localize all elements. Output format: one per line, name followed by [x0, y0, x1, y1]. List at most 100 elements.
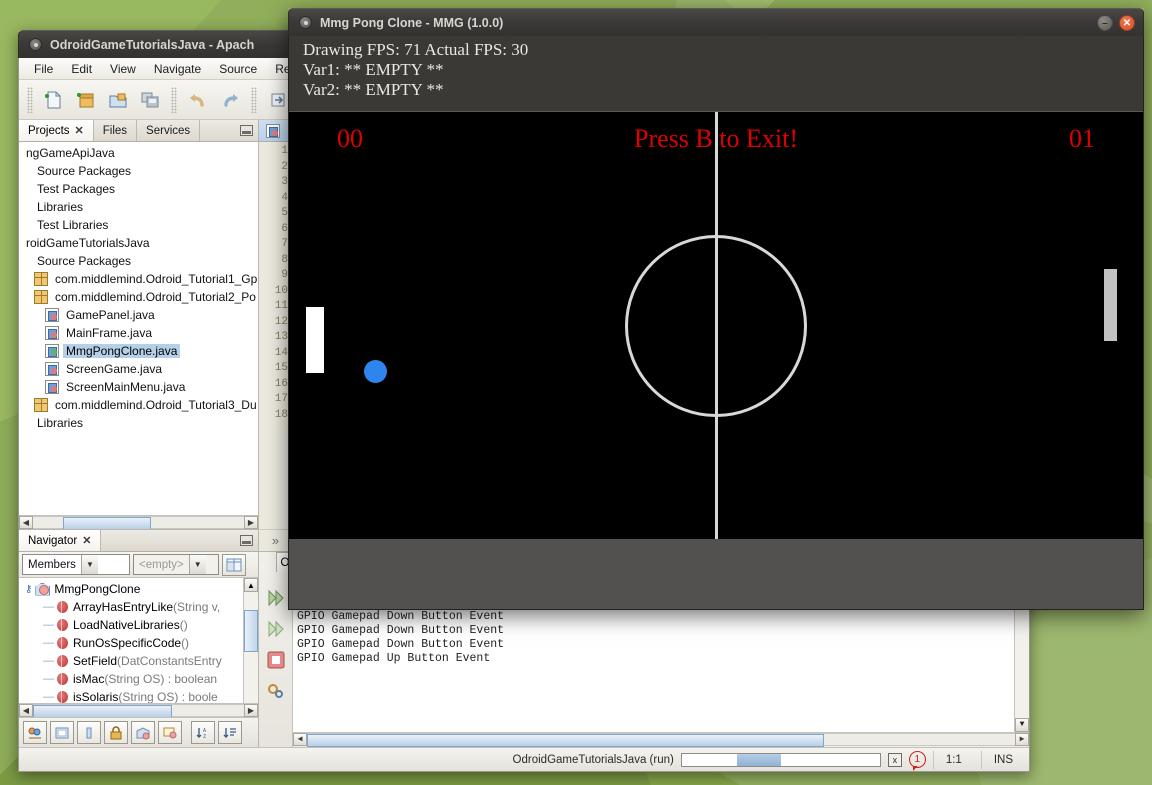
- tree-node[interactable]: MainFrame.java: [19, 324, 258, 342]
- show-filters-icon[interactable]: [158, 721, 182, 744]
- scroll-left-icon[interactable]: ◀: [293, 733, 307, 746]
- rerun-step-icon[interactable]: [264, 618, 288, 640]
- scroll-thumb[interactable]: [307, 734, 824, 747]
- redo-icon[interactable]: [215, 85, 245, 115]
- navigator-node[interactable]: — SetField (DatConstantsEntry: [21, 652, 258, 670]
- menu-view[interactable]: View: [101, 60, 145, 78]
- toolbar-grip[interactable]: [171, 86, 177, 113]
- show-non-public-icon[interactable]: [104, 721, 128, 744]
- navigator-view-toggle-icon[interactable]: [222, 553, 246, 576]
- navigator-node[interactable]: — ArrayHasEntryLike (String v,: [21, 598, 258, 616]
- tree-node[interactable]: Test Libraries: [19, 216, 258, 234]
- tree-node[interactable]: roidGameTutorialsJava: [19, 234, 258, 252]
- game-titlebar[interactable]: Mmg Pong Clone - MMG (1.0.0) – ✕: [288, 8, 1144, 36]
- close-icon[interactable]: ✕: [75, 124, 84, 137]
- game-window-buttons[interactable]: – ✕: [1097, 15, 1135, 31]
- navigator-vertical-scrollbar[interactable]: ▲ ▼: [243, 578, 258, 717]
- tree-node[interactable]: ngGameApiJava: [19, 144, 258, 162]
- undo-icon[interactable]: [183, 85, 213, 115]
- navigator-horizontal-scrollbar[interactable]: ◀ ▶: [19, 703, 258, 717]
- tree-node[interactable]: Test Packages: [19, 180, 258, 198]
- menu-source[interactable]: Source: [210, 60, 266, 78]
- minimize-button[interactable]: –: [1097, 15, 1113, 31]
- navigator-scope-select[interactable]: Members ▼: [22, 554, 130, 575]
- scroll-right-icon[interactable]: ▶: [244, 516, 258, 529]
- tree-node[interactable]: com.middlemind.Odroid_Tutorial2_Po: [19, 288, 258, 306]
- scroll-track[interactable]: [307, 733, 1015, 747]
- window-menu-icon[interactable]: [299, 16, 312, 29]
- navigator-node[interactable]: — LoadNativeLibraries(): [21, 616, 258, 634]
- tree-node[interactable]: Libraries: [19, 414, 258, 432]
- show-fields-icon[interactable]: [50, 721, 74, 744]
- tab-projects[interactable]: Projects ✕: [19, 120, 94, 141]
- menu-navigate[interactable]: Navigate: [145, 60, 210, 78]
- chevron-down-icon[interactable]: ▼: [188, 555, 206, 574]
- navigator-tabstrip[interactable]: Navigator ✕: [19, 530, 258, 552]
- scroll-track[interactable]: [33, 516, 244, 529]
- open-project-icon[interactable]: [103, 85, 133, 115]
- sort-source-icon[interactable]: [218, 721, 242, 744]
- close-icon[interactable]: ✕: [82, 534, 91, 547]
- tab-navigator[interactable]: Navigator ✕: [19, 530, 102, 551]
- navigator-node[interactable]: — RunOsSpecificCode(): [21, 634, 258, 652]
- show-inherited-icon[interactable]: [23, 721, 47, 744]
- chevron-down-icon[interactable]: ▼: [80, 555, 98, 574]
- notification-badge[interactable]: 1: [908, 751, 926, 768]
- show-constructors-icon[interactable]: [131, 721, 155, 744]
- close-button[interactable]: ✕: [1119, 15, 1135, 31]
- tree-node[interactable]: ScreenGame.java: [19, 360, 258, 378]
- window-menu-icon[interactable]: [29, 38, 42, 51]
- settings-icon[interactable]: [264, 680, 288, 702]
- minimize-window-icon[interactable]: [240, 535, 253, 546]
- minimize-window-icon[interactable]: [240, 125, 253, 136]
- tree-node[interactable]: com.middlemind.Odroid_Tutorial1_Gp: [19, 270, 258, 288]
- tree-node[interactable]: com.middlemind.Odroid_Tutorial3_Du: [19, 396, 258, 414]
- navigator-controls[interactable]: Members ▼ <empty> ▼: [19, 552, 258, 578]
- navigator-filter-select[interactable]: <empty> ▼: [133, 554, 219, 575]
- scroll-left-icon[interactable]: ◀: [19, 704, 33, 717]
- tree-node[interactable]: MmgPongClone.java: [19, 342, 258, 360]
- rerun-icon[interactable]: [264, 587, 288, 609]
- tree-node[interactable]: ScreenMainMenu.java: [19, 378, 258, 396]
- scroll-thumb[interactable]: [244, 610, 258, 652]
- navigator-filter-toolbar[interactable]: AZ: [19, 717, 258, 747]
- explorer-tabstrip[interactable]: Projects ✕ Files Services: [19, 120, 258, 142]
- new-file-icon[interactable]: [39, 85, 69, 115]
- tab-files[interactable]: Files: [94, 120, 138, 141]
- game-window[interactable]: Mmg Pong Clone - MMG (1.0.0) – ✕ Drawing…: [288, 8, 1144, 610]
- scroll-thumb[interactable]: [62, 517, 152, 529]
- expand-handle-icon[interactable]: ⚷: [25, 584, 32, 595]
- explorer-tabstrip-actions[interactable]: [235, 120, 258, 141]
- sort-alpha-icon[interactable]: AZ: [191, 721, 215, 744]
- navigator-node[interactable]: ⚷ MmgPongClone: [21, 580, 258, 598]
- toolbar-grip[interactable]: [251, 86, 257, 113]
- scroll-right-icon[interactable]: ▶: [244, 704, 258, 717]
- scroll-right-icon[interactable]: ▶: [1015, 733, 1029, 746]
- stop-icon[interactable]: [264, 649, 288, 671]
- game-canvas[interactable]: 00 Press B to Exit! 01: [289, 112, 1143, 539]
- cancel-task-button[interactable]: x: [887, 752, 902, 767]
- navigator-tabstrip-actions[interactable]: [235, 530, 258, 551]
- tree-node[interactable]: Source Packages: [19, 162, 258, 180]
- console-horizontal-scrollbar[interactable]: ◀ ▶: [293, 732, 1029, 747]
- tree-node[interactable]: Libraries: [19, 198, 258, 216]
- menu-file[interactable]: File: [25, 60, 62, 78]
- scroll-left-icon[interactable]: ◀: [19, 516, 33, 529]
- scroll-down-icon[interactable]: ▼: [1015, 718, 1029, 732]
- show-static-icon[interactable]: [77, 721, 101, 744]
- tree-node[interactable]: Source Packages: [19, 252, 258, 270]
- tree-node[interactable]: GamePanel.java: [19, 306, 258, 324]
- scroll-track[interactable]: [33, 704, 244, 717]
- menu-edit[interactable]: Edit: [62, 60, 101, 78]
- toolbar-grip[interactable]: [27, 86, 33, 113]
- tab-services[interactable]: Services: [137, 120, 201, 141]
- save-all-icon[interactable]: [135, 85, 165, 115]
- project-tree-horizontal-scrollbar[interactable]: ◀ ▶: [19, 515, 258, 529]
- navigator-node[interactable]: — isMac (String OS) : boolean: [21, 670, 258, 688]
- scroll-thumb[interactable]: [33, 705, 173, 717]
- scroll-up-icon[interactable]: ▲: [244, 578, 258, 592]
- new-project-icon[interactable]: [71, 85, 101, 115]
- navigator-tree[interactable]: ⚷ MmgPongClone — ArrayHasEntryLike (String v…: [19, 578, 258, 717]
- project-tree[interactable]: ngGameApiJava Source Packages Test Package…: [19, 142, 258, 529]
- scroll-track[interactable]: [244, 592, 258, 703]
